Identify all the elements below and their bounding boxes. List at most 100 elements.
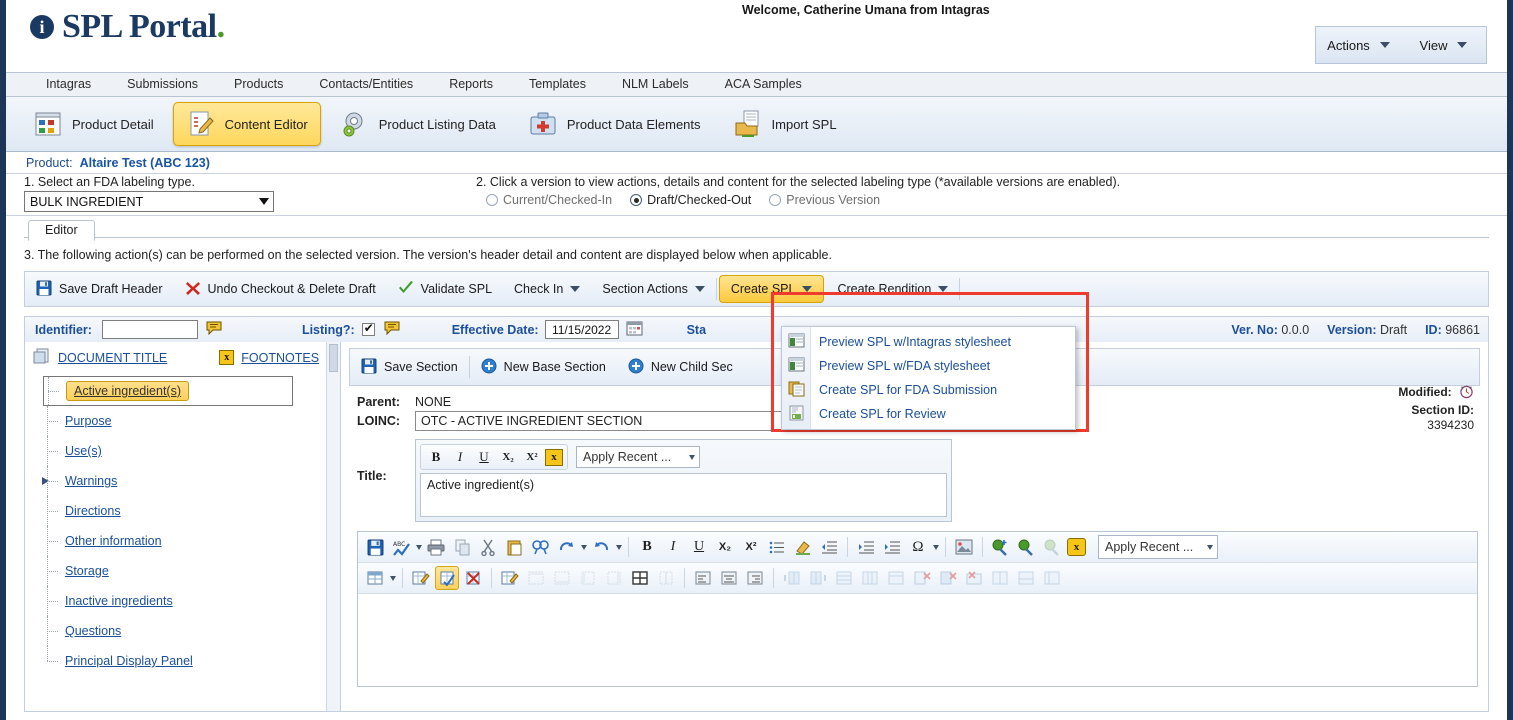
align-center-icon[interactable] [717,566,741,590]
undo-icon[interactable] [589,535,613,559]
image-icon[interactable] [952,535,976,559]
subscript-icon[interactable]: X₂ [713,535,737,559]
cut-icon[interactable] [476,535,500,559]
menu-item-products[interactable]: Products [216,72,301,97]
insert-row-below-icon[interactable] [806,566,830,590]
comment-icon[interactable] [384,321,400,338]
menu-item-nlm-labels[interactable]: NLM Labels [604,72,707,97]
delete-table-icon[interactable] [461,566,485,590]
insert-row-above-icon[interactable] [780,566,804,590]
row-below-icon[interactable] [550,566,574,590]
check-in-button[interactable]: Check In [503,272,591,306]
chevron-down-icon[interactable] [390,575,396,581]
table-properties-icon[interactable] [409,566,433,590]
tree-item-uses[interactable]: Use(s) [43,436,340,466]
subscript-icon[interactable]: X₂ [497,447,519,467]
menu-item-submissions[interactable]: Submissions [109,72,216,97]
new-base-section-button[interactable]: New Base Section [470,349,617,385]
indent-increase-icon[interactable] [854,535,878,559]
underline-icon[interactable]: U [687,535,711,559]
title-apply-recent-select[interactable]: Apply Recent ... [576,446,700,468]
cell-merge-down-icon[interactable] [988,566,1012,590]
tree-scrollbar[interactable] [326,342,340,711]
delete-column-icon[interactable] [936,566,960,590]
remove-format-icon[interactable]: x [545,448,563,466]
validate-spl-button[interactable]: Validate SPL [387,272,503,306]
scrollbar-thumb[interactable] [329,344,338,372]
save-section-button[interactable]: Save Section [350,349,469,385]
remove-link-icon[interactable] [1041,535,1065,559]
tab-import-spl[interactable]: Import SPL [720,102,850,146]
editor-apply-recent-select[interactable]: Apply Recent ... [1098,535,1218,559]
align-right-icon[interactable] [743,566,767,590]
footnotes-link[interactable]: FOOTNOTES [241,351,319,365]
insert-table-icon[interactable] [363,566,387,590]
radio-previous-version[interactable]: Previous Version [769,193,880,207]
chevron-down-icon[interactable] [933,544,939,550]
highlight-icon[interactable] [791,535,815,559]
create-spl-button[interactable]: Create SPL [718,275,825,303]
italic-icon[interactable]: I [661,535,685,559]
tree-item-purpose[interactable]: Purpose [43,406,340,436]
effective-date-input[interactable]: 11/15/2022 [544,320,619,339]
print-icon[interactable] [424,535,448,559]
chevron-down-icon[interactable] [616,544,622,550]
content-text-area[interactable] [358,594,1477,686]
listing-checkbox[interactable] [361,321,375,336]
spellcheck-icon[interactable]: ABC [389,535,413,559]
document-title-link[interactable]: DOCUMENT TITLE [58,351,167,365]
calendar-icon[interactable] [626,320,643,339]
bold-icon[interactable]: B [635,535,659,559]
menu-item-contacts-entities[interactable]: Contacts/Entities [301,72,431,97]
tab-product-listing-data[interactable]: Product Listing Data [327,102,509,146]
superscript-icon[interactable]: X² [521,447,543,467]
menu-item-create-spl-fda-submission[interactable]: Create SPL for FDA Submission [782,378,1075,402]
special-char-icon[interactable]: Ω [906,535,930,559]
edit-table-icon[interactable] [498,566,522,590]
table-row-icon[interactable] [884,566,908,590]
tree-item-principal-display-panel[interactable]: Principal Display Panel [43,646,340,676]
section-actions-button[interactable]: Section Actions [591,272,715,306]
remove-format-icon[interactable]: x [1067,538,1086,556]
column-left-icon[interactable] [576,566,600,590]
chevron-down-icon[interactable] [416,544,422,550]
expand-triangle-icon[interactable] [42,477,49,485]
insert-column-icon[interactable] [832,566,856,590]
chevron-down-icon[interactable] [581,544,587,550]
insert-column-right-icon[interactable] [858,566,882,590]
radio-draft-checked-out[interactable]: Draft/Checked-Out [630,193,751,207]
tab-editor[interactable]: Editor [28,220,95,241]
create-rendition-button[interactable]: Create Rendition [826,272,959,306]
tree-item-other-information[interactable]: Other information [43,526,340,556]
delete-cells-icon[interactable] [962,566,986,590]
paste-icon[interactable] [502,535,526,559]
copy-icon[interactable] [450,535,474,559]
indent-decrease-icon[interactable] [817,535,841,559]
delete-row-icon[interactable] [910,566,934,590]
redo-icon[interactable] [554,535,578,559]
menu-item-preview-spl-intagras[interactable]: Preview SPL w/Intagras stylesheet [782,330,1075,354]
save-icon[interactable] [363,535,387,559]
comment-icon[interactable] [206,321,222,338]
bold-icon[interactable]: B [425,447,447,467]
tree-item-warnings[interactable]: Warnings [42,466,340,496]
bullet-list-icon[interactable] [765,535,789,559]
find-icon[interactable] [528,535,552,559]
tab-content-editor[interactable]: Content Editor [172,102,321,146]
underline-icon[interactable]: U [473,447,495,467]
split-cell-icon[interactable] [654,566,678,590]
tree-item-storage[interactable]: Storage [43,556,340,586]
product-value[interactable]: Altaire Test (ABC 123) [80,156,210,170]
edit-link-icon[interactable] [1015,535,1039,559]
add-link-icon[interactable] [989,535,1013,559]
save-draft-header-button[interactable]: Save Draft Header [25,272,174,306]
undo-checkout-delete-draft-button[interactable]: Undo Checkout & Delete Draft [174,272,387,306]
menu-item-preview-spl-fda[interactable]: Preview SPL w/FDA stylesheet [782,354,1075,378]
tree-item-active-ingredients[interactable]: Active ingredient(s) [43,376,293,406]
column-right-icon[interactable] [602,566,626,590]
tree-item-questions[interactable]: Questions [43,616,340,646]
tree-item-directions[interactable]: Directions [43,496,340,526]
menu-item-templates[interactable]: Templates [511,72,604,97]
fda-labeling-type-select[interactable]: BULK INGREDIENT [24,191,274,212]
align-left-icon[interactable] [691,566,715,590]
